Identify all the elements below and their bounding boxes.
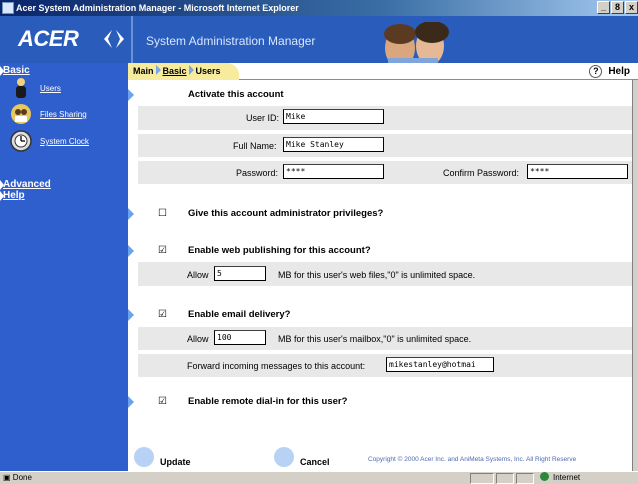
close-button[interactable]: x — [625, 1, 638, 14]
userid-label: User ID: — [246, 113, 280, 123]
admin-label: Give this account administrator privileg… — [188, 208, 384, 219]
status-text: ▣ Done — [3, 473, 32, 482]
confirm-password-label: Confirm Password: — [443, 168, 520, 178]
clock-icon — [10, 130, 32, 152]
password-row: Password: **** Confirm Password: **** — [138, 161, 632, 184]
admin-row: ☐ Give this account administrator privil… — [128, 206, 632, 222]
confirm-password-input[interactable]: **** — [527, 164, 628, 179]
cancel-button-icon — [274, 447, 294, 467]
section-marker-icon — [128, 208, 134, 220]
email-quota-note: MB for this user's mailbox,"0" is unlimi… — [278, 334, 472, 344]
email-allow-label: Allow — [187, 334, 209, 344]
email-label: Enable email delivery? — [188, 309, 291, 320]
sidebar-basic-link[interactable]: Basic — [0, 65, 30, 76]
sidebar-item-files-sharing-label: Files Sharing — [40, 110, 87, 119]
zone-label: Internet — [553, 473, 581, 482]
help-button[interactable]: ? Help — [589, 64, 630, 79]
window-title-bar: Acer System Administration Manager - Mic… — [0, 0, 638, 16]
acer-logo-icon — [104, 30, 124, 48]
web-publishing-row: ☑ Enable web publishing for this account… — [128, 243, 632, 259]
email-quota-input[interactable]: 100 — [214, 330, 266, 345]
status-cell — [516, 473, 534, 484]
main-content: Activate this account User ID: Mike Full… — [128, 80, 632, 471]
password-label: Password: — [236, 168, 279, 178]
help-icon: ? — [589, 65, 603, 78]
breadcrumb: Main Basic Users — [128, 63, 239, 80]
status-bar: ▣ Done Internet — [0, 471, 638, 484]
cancel-button-label: Cancel — [300, 457, 330, 467]
sidebar-item-users-label: Users — [40, 84, 61, 93]
minimize-button[interactable]: _ — [597, 1, 610, 14]
maximize-button[interactable]: 8 — [611, 1, 624, 14]
fullname-input[interactable]: Mike Stanley — [283, 137, 384, 152]
banner-divider — [131, 16, 133, 63]
password-input[interactable]: **** — [283, 164, 384, 179]
breadcrumb-arrow-icon — [188, 65, 194, 75]
account-section-title: Activate this account — [188, 89, 284, 100]
userid-row: User ID: Mike — [138, 106, 632, 130]
web-quota-note: MB for this user's web files,"0" is unli… — [278, 270, 476, 280]
internet-zone-icon — [540, 472, 549, 481]
help-label: Help — [608, 66, 630, 77]
section-marker-icon — [128, 89, 134, 101]
forward-row: Forward incoming messages to this accoun… — [138, 354, 632, 377]
window-title: Acer System Administration Manager - Mic… — [16, 3, 299, 13]
breadcrumb-arrow-icon — [155, 65, 161, 75]
sidebar-item-system-clock-label: System Clock — [40, 137, 89, 146]
userid-input[interactable]: Mike — [283, 109, 384, 124]
account-section-header: Activate this account — [128, 87, 632, 103]
header-banner: ACER System Administration Manager — [0, 16, 638, 63]
dialin-checkbox[interactable]: ☑ — [158, 397, 167, 407]
files-sharing-icon — [11, 104, 31, 124]
sidebar-item-files-sharing[interactable]: Files Sharing — [10, 103, 120, 127]
status-cell — [470, 473, 494, 484]
fullname-label: Full Name: — [233, 141, 277, 151]
status-cell — [496, 473, 514, 484]
email-checkbox[interactable]: ☑ — [158, 310, 167, 320]
breadcrumb-tab-bar: Main Basic Users ? Help — [128, 63, 638, 80]
update-button-icon — [134, 447, 154, 467]
acer-logo: ACER — [18, 26, 79, 51]
section-marker-icon — [128, 309, 134, 321]
sidebar-item-system-clock[interactable]: System Clock — [10, 130, 120, 154]
breadcrumb-basic[interactable]: Basic — [163, 66, 187, 76]
email-row: ☑ Enable email delivery? — [128, 307, 632, 323]
web-publishing-label: Enable web publishing for this account? — [188, 245, 371, 256]
sidebar: Basic Users Files Sharing System Clock A… — [0, 63, 128, 471]
web-publishing-checkbox[interactable]: ☑ — [158, 246, 167, 256]
security-zone: Internet — [540, 472, 580, 484]
web-quota-input[interactable]: 5 — [214, 266, 266, 281]
sidebar-advanced-link[interactable]: Advanced — [0, 179, 51, 190]
breadcrumb-main[interactable]: Main — [133, 66, 154, 76]
dialin-row: ☑ Enable remote dial-in for this user? — [128, 394, 632, 410]
section-marker-icon — [128, 396, 134, 408]
forward-label: Forward incoming messages to this accoun… — [187, 361, 366, 371]
vertical-scrollbar[interactable] — [632, 80, 638, 471]
forward-input[interactable]: mikestanley@hotmai — [386, 357, 494, 372]
page-icon: ▣ — [3, 473, 11, 482]
sidebar-help-link[interactable]: Help — [0, 190, 25, 201]
web-quota-row: Allow 5 MB for this user's web files,"0"… — [138, 262, 632, 286]
web-allow-label: Allow — [187, 270, 209, 280]
users-icon — [16, 78, 26, 98]
breadcrumb-users: Users — [195, 66, 221, 76]
ie-icon — [2, 2, 14, 14]
header-people-photo — [372, 22, 458, 63]
copyright-text: Copyright © 2000 Acer Inc. and AniMeta S… — [368, 456, 577, 463]
sidebar-item-users[interactable]: Users — [10, 77, 120, 101]
fullname-row: Full Name: Mike Stanley — [138, 134, 632, 157]
section-marker-icon — [128, 245, 134, 257]
window-controls: _ 8 x — [597, 1, 638, 14]
app-title: System Administration Manager — [146, 34, 316, 48]
admin-checkbox[interactable]: ☐ — [158, 209, 167, 219]
email-quota-row: Allow 100 MB for this user's mailbox,"0"… — [138, 327, 632, 350]
dialin-label: Enable remote dial-in for this user? — [188, 396, 348, 407]
update-button-label: Update — [160, 457, 191, 467]
